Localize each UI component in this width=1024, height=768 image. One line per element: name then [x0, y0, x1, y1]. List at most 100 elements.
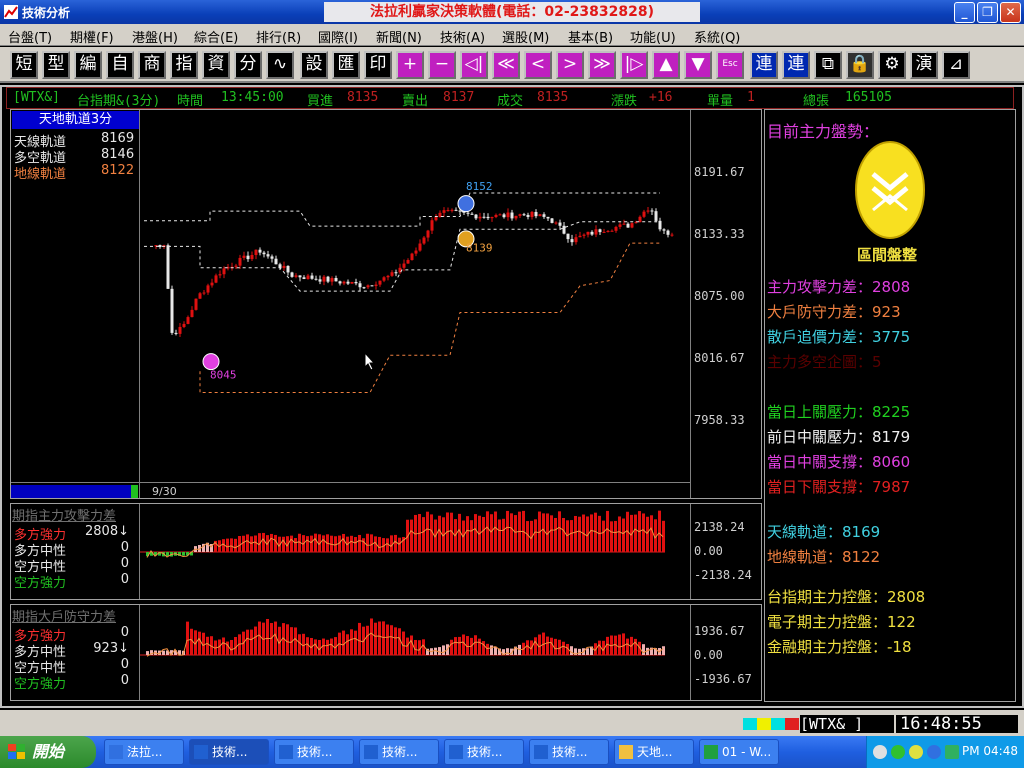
taskbar-item-label: 技術...	[467, 745, 503, 759]
candle-body	[294, 275, 298, 277]
sub-legend-value: 2808↓	[85, 524, 129, 539]
y-tick-label: -1936.67	[694, 672, 752, 686]
side-metric-7: 當日下關支撐：7987	[767, 478, 911, 496]
toolbar-button-19[interactable]: |▷	[620, 51, 648, 79]
candle-body	[622, 223, 626, 225]
toolbar-button-21[interactable]: ▼	[684, 51, 712, 79]
menu-item-2[interactable]: 港盤(H)	[132, 27, 178, 46]
toolbar-button-26[interactable]: 🔒	[846, 51, 874, 79]
taskbar-item-3[interactable]: 技術...	[359, 739, 439, 765]
candle-body	[630, 223, 634, 228]
candle-body	[598, 229, 602, 233]
time-scroll-thumb[interactable]	[131, 485, 138, 498]
toolbar-button-24[interactable]: 連	[782, 51, 810, 79]
high-marker-icon	[457, 195, 475, 213]
candle-body	[562, 225, 566, 234]
toolbar-button-9[interactable]: 設	[300, 51, 328, 79]
toolbar-button-11[interactable]: 印	[364, 51, 392, 79]
start-button[interactable]: 開始	[0, 736, 96, 768]
defense-bar	[186, 621, 189, 655]
candle-body	[478, 216, 482, 219]
defense-bar	[354, 630, 357, 655]
toolbar-button-29[interactable]: ⊿	[942, 51, 970, 79]
toolbar-button-0[interactable]: 短	[10, 51, 38, 79]
defense-bar	[454, 637, 457, 655]
toolbar-button-16[interactable]: <	[524, 51, 552, 79]
toolbar-button-7[interactable]: 分	[234, 51, 262, 79]
toolbar-button-6[interactable]: 資	[202, 51, 230, 79]
toolbar-button-28[interactable]: 演	[910, 51, 938, 79]
sub-legend-value: 0	[120, 540, 129, 555]
restore-button[interactable]: ❐	[977, 2, 998, 23]
candlestick-plot[interactable]: 8152 8139 8045	[140, 110, 690, 482]
main-chart-panel[interactable]: 天地軌道3分 天線軌道 8169 多空軌道 8146 地線軌道 8122 8191.67 8…	[10, 109, 762, 499]
menu-item-0[interactable]: 台盤(T)	[8, 27, 52, 46]
menu-item-4[interactable]: 排行(R)	[256, 27, 301, 46]
toolbar-button-8[interactable]: ∿	[266, 51, 294, 79]
tray-volume-icon[interactable]	[927, 745, 941, 759]
toolbar-button-18[interactable]: ≫	[588, 51, 616, 79]
taskbar-item-6[interactable]: 天地...	[614, 739, 694, 765]
close-button[interactable]: ✕	[1000, 2, 1021, 23]
menu-item-7[interactable]: 技術(A)	[440, 27, 485, 46]
candle-body	[402, 263, 406, 268]
candle-body	[614, 226, 618, 231]
candle-body	[210, 282, 214, 286]
menu-item-5[interactable]: 國際(I)	[318, 27, 358, 46]
toolbar-button-5[interactable]: 指	[170, 51, 198, 79]
taskbar-item-2[interactable]: 技術...	[274, 739, 354, 765]
toolbar-button-1[interactable]: 型	[42, 51, 70, 79]
attack-bar	[262, 532, 265, 552]
attack-bar-plot[interactable]	[140, 504, 690, 599]
taskbar-item-5[interactable]: 技術...	[529, 739, 609, 765]
attack-bar	[290, 535, 293, 552]
side-metric-0: 主力攻擊力差：2808	[767, 278, 911, 296]
menu-item-9[interactable]: 基本(B)	[568, 27, 613, 46]
attack-bar	[314, 533, 317, 552]
taskbar-item-7[interactable]: 01 - W...	[699, 739, 779, 765]
candle-body	[518, 214, 522, 216]
menu-item-6[interactable]: 新聞(N)	[376, 27, 422, 46]
low-marker-icon	[202, 353, 220, 371]
toolbar-button-23[interactable]: 連	[750, 51, 778, 79]
taskbar-item-0[interactable]: 法拉...	[104, 739, 184, 765]
status-swatch-cyan	[743, 718, 757, 730]
toolbar-button-15[interactable]: ≪	[492, 51, 520, 79]
taskbar-item-4[interactable]: 技術...	[444, 739, 524, 765]
toolbar-button-27[interactable]: ⚙	[878, 51, 906, 79]
menu-item-1[interactable]: 期權(F)	[70, 27, 114, 46]
toolbar-button-2[interactable]: 編	[74, 51, 102, 79]
toolbar-button-14[interactable]: ◁|	[460, 51, 488, 79]
menu-item-11[interactable]: 系統(Q)	[694, 27, 740, 46]
tray-arrow-icon[interactable]	[873, 745, 887, 759]
toolbar-button-22[interactable]: Esc	[716, 51, 744, 79]
tray-app-icon[interactable]	[945, 745, 959, 759]
sub-legend-value: 0	[120, 556, 129, 571]
defense-bar	[390, 625, 393, 655]
side-metric-10: 台指期主力控盤：2808	[767, 588, 926, 606]
taskbar-item-label: 技術...	[212, 745, 248, 759]
defense-chart-panel[interactable]: 期指大戶防守力差 多方強力 0 多方中性 923↓ 空方中性 0 空方強力 0 1936.67…	[10, 604, 762, 701]
time-scroll-track[interactable]	[11, 485, 131, 498]
toolbar-button-13[interactable]: −	[428, 51, 456, 79]
toolbar-button-17[interactable]: >	[556, 51, 584, 79]
menu-item-8[interactable]: 選股(M)	[502, 27, 549, 46]
toolbar-button-25[interactable]: ⧉	[814, 51, 842, 79]
candle-body	[498, 214, 502, 216]
legend-value: 8146	[101, 147, 135, 162]
y-tick-label: 0.00	[694, 544, 723, 558]
toolbar-button-12[interactable]: +	[396, 51, 424, 79]
defense-bar-plot[interactable]	[140, 605, 690, 700]
tray-network-icon[interactable]	[909, 745, 923, 759]
toolbar-button-20[interactable]: ▲	[652, 51, 680, 79]
menu-item-3[interactable]: 綜合(E)	[194, 27, 238, 46]
toolbar-button-10[interactable]: 匯	[332, 51, 360, 79]
toolbar-button-3[interactable]: 自	[106, 51, 134, 79]
candle-body	[454, 209, 458, 211]
minimize-button[interactable]: _	[954, 2, 975, 23]
attack-chart-panel[interactable]: 期指主力攻擊力差 多方強力 2808↓ 多方中性 0 空方中性 0 空方強力 0 2138.2…	[10, 503, 762, 600]
menu-item-10[interactable]: 功能(U)	[630, 27, 676, 46]
tray-update-icon[interactable]	[891, 745, 905, 759]
toolbar-button-4[interactable]: 商	[138, 51, 166, 79]
taskbar-item-1[interactable]: 技術...	[189, 739, 269, 765]
